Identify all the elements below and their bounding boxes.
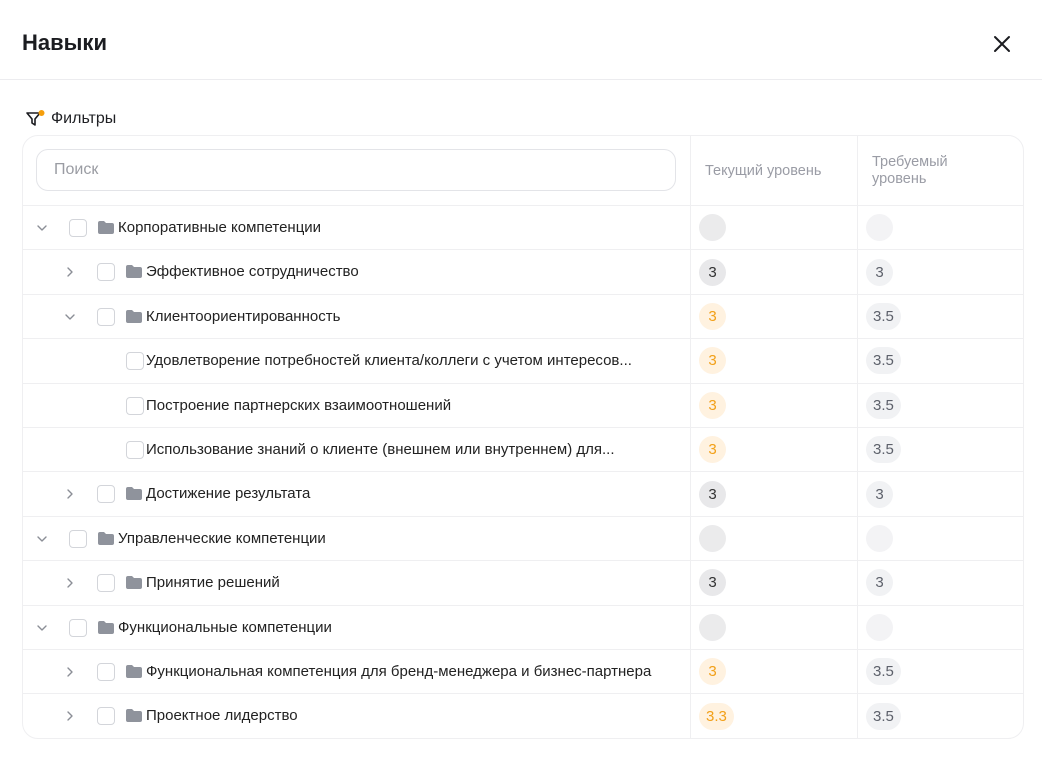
row-checkbox[interactable] [97,662,115,681]
chevron-down-icon[interactable] [35,532,49,546]
required-level-badge [866,524,893,552]
filter-icon [26,110,45,126]
current-level-badge [699,524,726,552]
chevron-right-icon[interactable] [63,576,77,590]
chevron-right-icon[interactable] [63,665,77,679]
table-row[interactable]: Удовлетворение потребностей клиента/колл… [23,339,1023,384]
skill-label: Удовлетворение потребностей клиента/колл… [146,352,632,370]
filters-label: Фильтры [51,110,117,127]
row-checkbox[interactable] [97,574,115,593]
folder-icon [126,664,142,678]
row-checkbox[interactable] [126,440,144,459]
column-header-required-line1: Требуемый [872,154,948,170]
column-header-required-line2: уровень [872,171,927,187]
current-level-badge [699,613,726,641]
required-level-badge: 3 [866,569,893,597]
row-checkbox[interactable] [97,263,115,282]
skill-label: Использование знаний о клиенте (внешнем … [146,440,615,458]
folder-icon [98,531,114,545]
folder-icon [126,487,142,501]
close-icon[interactable] [990,32,1014,56]
skill-label: Функциональные компетенции [118,618,332,636]
skill-label: Клиентоориентированность [146,307,341,325]
dialog-title: Навыки [22,30,107,55]
skill-label: Управленческие компетенции [118,529,326,547]
dialog-header: Навыки [0,0,1042,80]
search-input[interactable] [36,149,676,191]
chevron-down-icon[interactable] [63,310,77,324]
folder-icon [98,620,114,634]
current-level-badge: 3.3 [699,702,734,730]
table-row[interactable]: Управленческие компетенции [23,516,1023,562]
filters-button[interactable]: Фильтры [25,110,116,128]
table-row[interactable]: Проектное лидерство 3.3 3.5 [23,694,1023,738]
column-header-required: Требуемый уровень [872,154,948,188]
required-level-badge [866,214,893,242]
skill-label: Эффективное сотрудничество [146,263,359,281]
row-checkbox[interactable] [126,396,144,415]
required-level-badge: 3.5 [866,347,901,375]
table-row[interactable]: Принятие решений 3 3 [23,561,1023,606]
current-level-badge: 3 [699,436,726,464]
folder-icon [126,576,142,590]
required-level-badge: 3.5 [866,658,901,686]
table-row[interactable]: Функциональная компетенция для бренд-мен… [23,649,1023,695]
current-level-badge [699,214,726,242]
skills-table: Текущий уровень Требуемыйуровень Корпора… [22,135,1024,739]
required-level-badge: 3.5 [866,702,901,730]
required-level-badge [866,613,893,641]
current-level-badge: 3 [699,347,726,375]
row-checkbox[interactable] [69,618,87,637]
table-row[interactable]: Клиентоориентированность 3 3.5 [23,294,1023,340]
current-level-badge: 3 [699,391,726,419]
row-checkbox[interactable] [97,485,115,504]
table-body: Корпоративные компетенции Эффективное сот… [23,206,1023,738]
table-row[interactable]: Корпоративные компетенции [23,206,1023,251]
row-checkbox[interactable] [97,307,115,326]
skill-label: Корпоративные компетенции [118,219,322,236]
required-level-badge: 3 [866,258,893,286]
chevron-down-icon[interactable] [35,221,49,235]
chevron-down-icon[interactable] [35,621,49,635]
table-row[interactable]: Построение партнерских взаимоотношений 3 3… [23,383,1023,428]
row-checkbox[interactable] [126,352,144,371]
folder-icon [126,309,142,323]
current-level-badge: 3 [699,658,726,686]
column-header-current: Текущий уровень [705,163,822,179]
table-header: Текущий уровень Требуемыйуровень [23,136,1023,206]
chevron-right-icon[interactable] [63,265,77,279]
row-checkbox[interactable] [97,707,115,726]
current-level-badge: 3 [699,569,726,597]
folder-icon [126,265,142,279]
required-level-badge: 3 [866,480,893,508]
skill-label: Построение партнерских взаимоотношений [146,396,452,414]
current-level-badge: 3 [699,302,726,330]
skill-label: Принятие решений [146,574,280,592]
skill-label: Функциональная компетенция для бренд-мен… [146,662,652,680]
chevron-right-icon[interactable] [63,709,77,723]
skill-label: Достижение результата [146,485,311,503]
chevron-right-icon[interactable] [63,487,77,501]
required-level-badge: 3.5 [866,391,901,419]
table-row[interactable]: Эффективное сотрудничество 3 3 [23,250,1023,295]
required-level-badge: 3.5 [866,302,901,330]
required-level-badge: 3.5 [866,436,901,464]
row-checkbox[interactable] [69,219,87,237]
table-row[interactable]: Достижение результата 3 3 [23,472,1023,517]
current-level-badge: 3 [699,258,726,286]
table-row[interactable]: Функциональные компетенции [23,605,1023,650]
row-checkbox[interactable] [69,529,87,548]
current-level-badge: 3 [699,480,726,508]
folder-icon [98,221,114,234]
folder-icon [126,709,142,723]
table-row[interactable]: Использование знаний о клиенте (внешнем … [23,427,1023,473]
skill-label: Проектное лидерство [146,707,298,725]
